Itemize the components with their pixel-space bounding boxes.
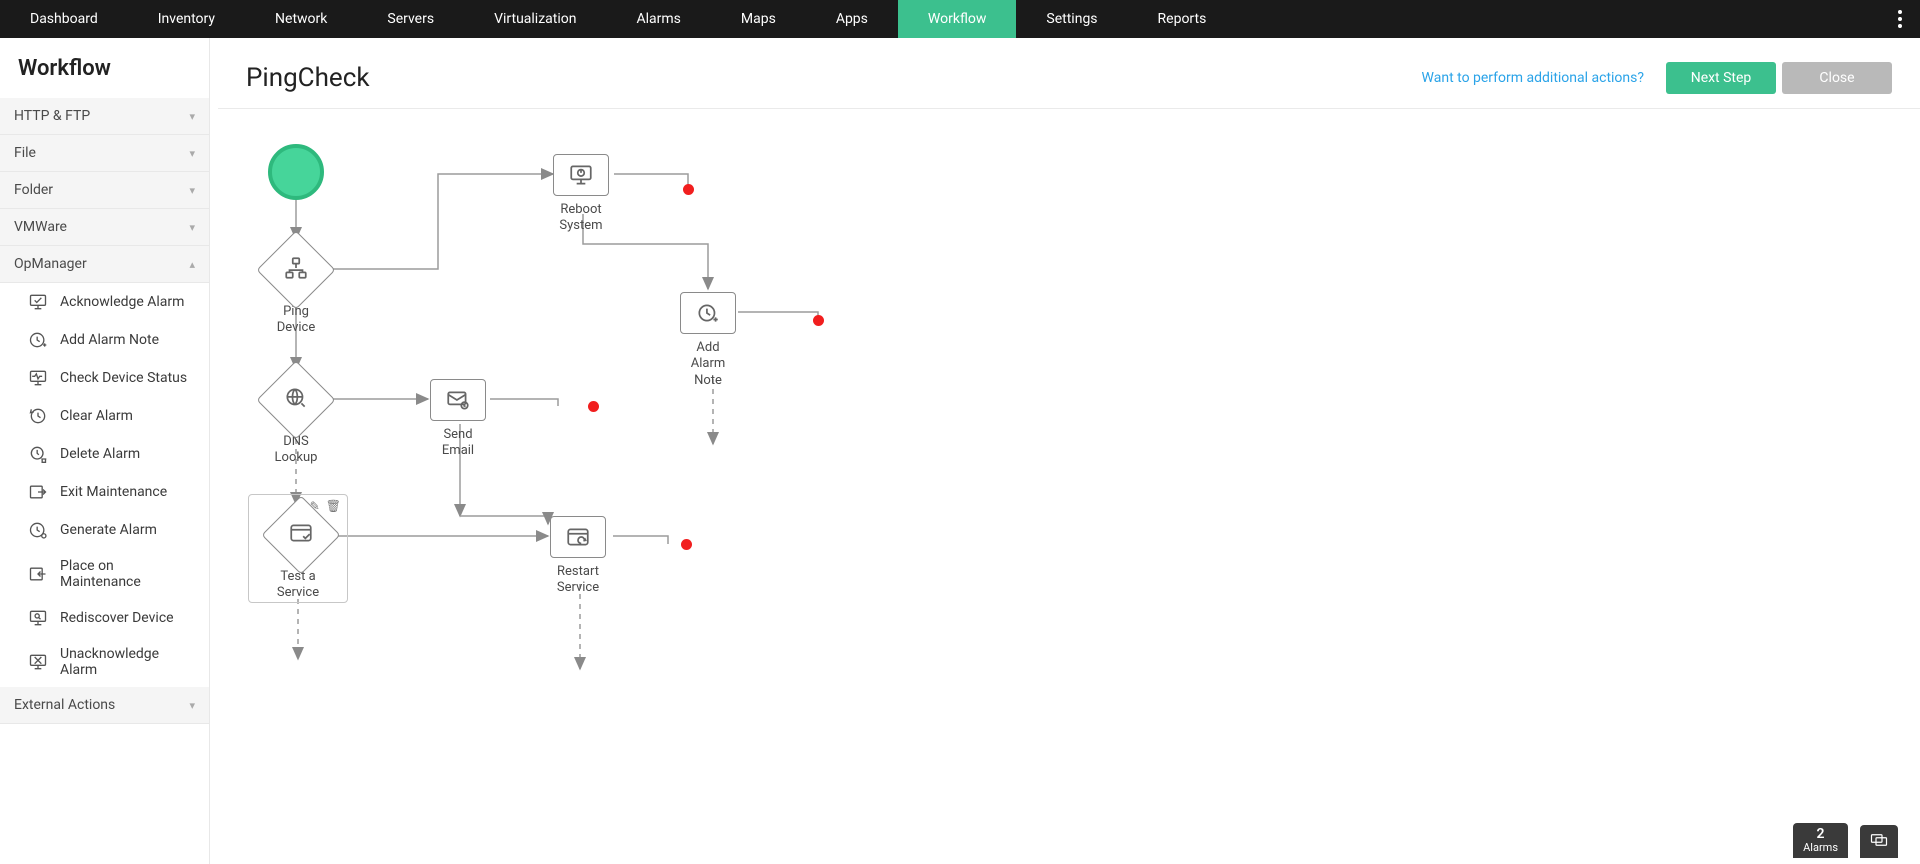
chevron-up-icon: ▴ bbox=[189, 258, 195, 271]
nav-dashboard[interactable]: Dashboard bbox=[0, 0, 128, 38]
clock-reset-icon bbox=[28, 406, 48, 426]
group-http-ftp[interactable]: HTTP & FTP▾ bbox=[0, 98, 209, 135]
close-button[interactable]: Close bbox=[1782, 62, 1892, 94]
windows-icon[interactable] bbox=[1860, 825, 1898, 858]
exit-icon bbox=[28, 482, 48, 502]
nav-inventory[interactable]: Inventory bbox=[128, 0, 245, 38]
item-unack-alarm[interactable]: Unacknowledge Alarm bbox=[0, 637, 209, 687]
node-label: Restart Service bbox=[550, 564, 606, 597]
node-label: Reboot System bbox=[553, 202, 609, 235]
item-generate-alarm[interactable]: Generate Alarm bbox=[0, 511, 209, 549]
workflow-canvas[interactable]: Ping Device Reboot System DNS Lookup Sen… bbox=[218, 114, 1920, 864]
clock-plus-icon bbox=[695, 300, 721, 326]
nav-apps[interactable]: Apps bbox=[806, 0, 898, 38]
more-menu-icon[interactable] bbox=[1898, 10, 1902, 28]
group-folder[interactable]: Folder▾ bbox=[0, 172, 209, 209]
item-add-alarm-note[interactable]: Add Alarm Note bbox=[0, 321, 209, 359]
item-label: Add Alarm Note bbox=[60, 332, 159, 348]
node-ping-device[interactable]: Ping Device bbox=[268, 242, 324, 337]
nav-maps[interactable]: Maps bbox=[711, 0, 806, 38]
top-nav: Dashboard Inventory Network Servers Virt… bbox=[0, 0, 1920, 38]
monitor-x-icon bbox=[28, 652, 48, 672]
mail-send-icon bbox=[445, 387, 471, 413]
item-ack-alarm[interactable]: Acknowledge Alarm bbox=[0, 283, 209, 321]
next-step-button[interactable]: Next Step bbox=[1666, 62, 1776, 94]
group-external-actions[interactable]: External Actions▾ bbox=[0, 687, 209, 724]
sidebar: Workflow HTTP & FTP▾ File▾ Folder▾ VMWar… bbox=[0, 38, 210, 864]
node-reboot-system[interactable]: Reboot System bbox=[553, 154, 609, 235]
chevron-down-icon: ▾ bbox=[189, 699, 195, 712]
clock-trash-icon bbox=[28, 444, 48, 464]
nav-network[interactable]: Network bbox=[245, 0, 357, 38]
globe-search-icon bbox=[283, 385, 309, 411]
heartbeat-monitor-icon bbox=[28, 368, 48, 388]
node-send-email[interactable]: Send Email bbox=[430, 379, 486, 460]
nav-virtualization[interactable]: Virtualization bbox=[464, 0, 606, 38]
sidebar-title: Workflow bbox=[0, 38, 209, 95]
item-exit-maintenance[interactable]: Exit Maintenance bbox=[0, 473, 209, 511]
node-dns-lookup[interactable]: DNS Lookup bbox=[268, 372, 324, 467]
monitor-power-icon bbox=[568, 162, 594, 188]
node-test-service[interactable]: ✎ 🗑 Test a Service bbox=[248, 494, 348, 603]
end-node[interactable] bbox=[681, 539, 692, 550]
item-label: Check Device Status bbox=[60, 370, 187, 386]
node-restart-service[interactable]: Restart Service bbox=[550, 516, 606, 597]
nav-reports[interactable]: Reports bbox=[1128, 0, 1237, 38]
item-check-device-status[interactable]: Check Device Status bbox=[0, 359, 209, 397]
nav-workflow[interactable]: Workflow bbox=[898, 0, 1017, 38]
main-header: PingCheck Want to perform additional act… bbox=[218, 38, 1920, 109]
alarms-label: Alarms bbox=[1803, 841, 1838, 854]
window-reload-icon bbox=[565, 524, 591, 550]
nav-alarms[interactable]: Alarms bbox=[606, 0, 710, 38]
clock-gear-icon bbox=[28, 520, 48, 540]
item-label: Unacknowledge Alarm bbox=[60, 646, 195, 678]
item-place-maintenance[interactable]: Place on Maintenance bbox=[0, 549, 209, 599]
monitor-search-icon bbox=[28, 608, 48, 628]
main-panel: PingCheck Want to perform additional act… bbox=[218, 38, 1920, 864]
page-title: PingCheck bbox=[246, 63, 370, 93]
node-label: Test a Service bbox=[273, 569, 323, 602]
item-label: Place on Maintenance bbox=[60, 558, 195, 590]
footer-badges: 2 Alarms bbox=[1793, 823, 1898, 858]
group-file[interactable]: File▾ bbox=[0, 135, 209, 172]
group-opmanager[interactable]: OpManager▴ bbox=[0, 246, 209, 283]
chevron-down-icon: ▾ bbox=[189, 184, 195, 197]
node-label: DNS Lookup bbox=[268, 434, 324, 467]
maintenance-in-icon bbox=[28, 564, 48, 584]
chevron-down-icon: ▾ bbox=[189, 110, 195, 123]
item-clear-alarm[interactable]: Clear Alarm bbox=[0, 397, 209, 435]
additional-actions-link[interactable]: Want to perform additional actions? bbox=[1422, 70, 1644, 86]
item-label: Acknowledge Alarm bbox=[60, 294, 184, 310]
chevron-down-icon: ▾ bbox=[189, 147, 195, 160]
window-check-icon bbox=[288, 520, 314, 546]
item-label: Rediscover Device bbox=[60, 610, 174, 626]
end-node[interactable] bbox=[588, 401, 599, 412]
nav-settings[interactable]: Settings bbox=[1016, 0, 1127, 38]
node-label: Send Email bbox=[430, 427, 486, 460]
end-node[interactable] bbox=[683, 184, 694, 195]
item-rediscover-device[interactable]: Rediscover Device bbox=[0, 599, 209, 637]
delete-icon[interactable]: 🗑 bbox=[326, 499, 341, 513]
end-node[interactable] bbox=[813, 315, 824, 326]
chevron-down-icon: ▾ bbox=[189, 221, 195, 234]
item-label: Generate Alarm bbox=[60, 522, 157, 538]
alarms-badge[interactable]: 2 Alarms bbox=[1793, 823, 1848, 858]
item-label: Delete Alarm bbox=[60, 446, 140, 462]
network-icon bbox=[283, 255, 309, 281]
item-label: Clear Alarm bbox=[60, 408, 133, 424]
nav-servers[interactable]: Servers bbox=[357, 0, 464, 38]
alarms-count: 2 bbox=[1803, 827, 1838, 842]
group-vmware[interactable]: VMWare▾ bbox=[0, 209, 209, 246]
item-delete-alarm[interactable]: Delete Alarm bbox=[0, 435, 209, 473]
node-add-alarm-note[interactable]: Add Alarm Note bbox=[680, 292, 736, 389]
clock-plus-icon bbox=[28, 330, 48, 350]
connector-layer bbox=[218, 114, 1920, 864]
start-node[interactable] bbox=[268, 144, 324, 200]
node-label: Add Alarm Note bbox=[680, 340, 736, 389]
item-label: Exit Maintenance bbox=[60, 484, 167, 500]
monitor-check-icon bbox=[28, 292, 48, 312]
node-label: Ping Device bbox=[268, 304, 324, 337]
